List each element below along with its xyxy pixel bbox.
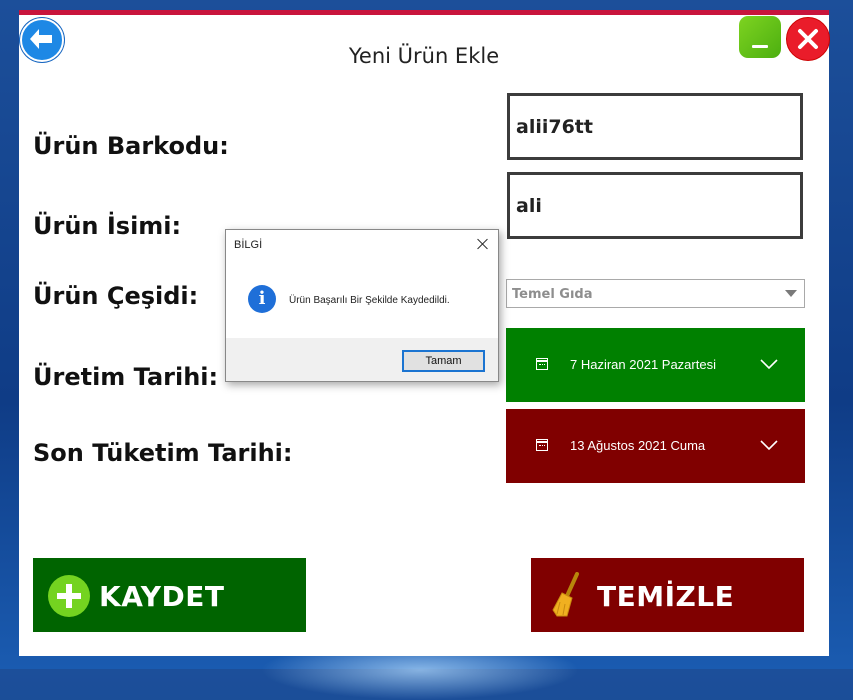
calendar-icon (536, 439, 548, 451)
chevron-down-icon (760, 440, 778, 451)
window-title: Yeni Ürün Ekle (348, 44, 500, 68)
plus-icon (48, 575, 90, 617)
expiry-date-value: 13 Ağustos 2021 Cuma (570, 438, 706, 453)
product-type-select[interactable]: Temel Gıda (506, 279, 805, 308)
dialog-ok-button[interactable]: Tamam (402, 350, 485, 372)
dialog-title: BİLGİ (234, 239, 263, 251)
production-date-label: Üretim Tarihi: (33, 363, 219, 391)
dialog-footer: Tamam (226, 338, 498, 381)
save-button-label: KAYDET (99, 580, 225, 613)
barcode-value: alii76tt (516, 116, 593, 138)
broom-icon (552, 572, 579, 617)
info-icon: i (248, 285, 276, 313)
expiry-date-label: Son Tüketim Tarihi: (33, 439, 293, 467)
product-type-label: Ürün Çeşidi: (33, 282, 199, 310)
close-button[interactable] (786, 17, 830, 61)
save-button[interactable]: KAYDET (33, 558, 306, 632)
info-dialog: BİLGİ i Ürün Başarılı Bir Şekilde Kayded… (225, 229, 499, 382)
production-date-value: 7 Haziran 2021 Pazartesi (570, 357, 716, 372)
dialog-message: Ürün Başarılı Bir Şekilde Kaydedildi. (289, 295, 450, 306)
dialog-close-icon[interactable] (475, 236, 491, 252)
expiry-date-picker[interactable]: 13 Ağustos 2021 Cuma (506, 409, 805, 483)
close-icon (798, 29, 818, 49)
clear-button[interactable]: TEMİZLE (531, 558, 804, 632)
product-name-value: ali (516, 195, 542, 217)
minimize-button[interactable] (739, 16, 781, 58)
chevron-down-icon (785, 290, 797, 297)
product-type-value: Temel Gıda (512, 287, 593, 302)
barcode-label: Ürün Barkodu: (33, 132, 229, 160)
app-window: Yeni Ürün Ekle Ürün Barkodu: Ürün İsimi:… (19, 10, 830, 656)
barcode-input[interactable]: alii76tt (507, 93, 803, 160)
chevron-down-icon (760, 359, 778, 370)
window-accent-bar (19, 10, 829, 15)
product-name-label: Ürün İsimi: (33, 212, 182, 240)
production-date-picker[interactable]: 7 Haziran 2021 Pazartesi (506, 328, 805, 402)
clear-button-label: TEMİZLE (597, 580, 735, 613)
product-name-input[interactable]: ali (507, 172, 803, 239)
calendar-icon (536, 358, 548, 370)
